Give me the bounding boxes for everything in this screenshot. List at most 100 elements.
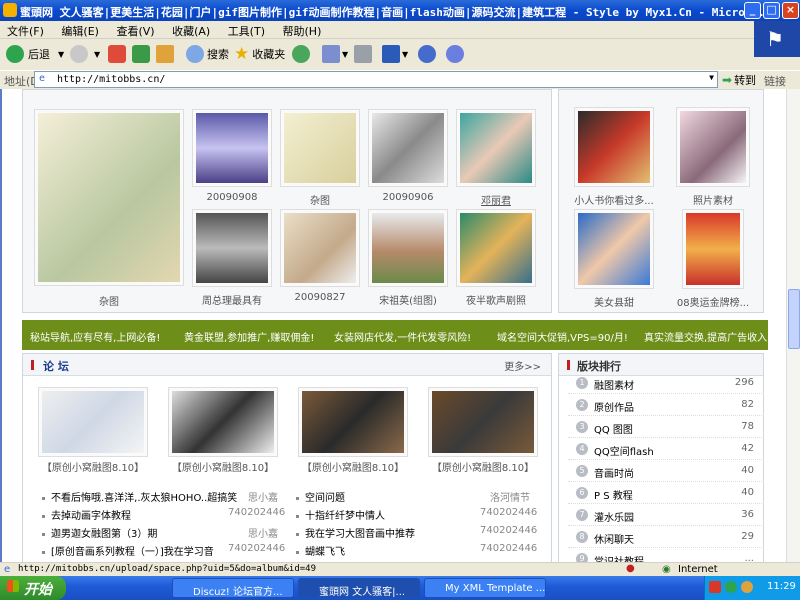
album-thumb[interactable] bbox=[456, 109, 536, 187]
rank-row[interactable]: 3 QQ 图图 78 bbox=[568, 416, 764, 438]
home-button[interactable] bbox=[156, 43, 174, 65]
mail-button[interactable]: ▼ bbox=[322, 43, 348, 65]
post-row[interactable]: 空间问题 bbox=[296, 489, 345, 504]
album-thumb[interactable] bbox=[280, 109, 360, 187]
forward-button[interactable]: ▼ bbox=[70, 43, 100, 65]
post-author[interactable]: 740202446 bbox=[228, 507, 285, 518]
album-thumb[interactable] bbox=[192, 109, 272, 187]
post-author[interactable]: 思小嘉 bbox=[248, 489, 278, 504]
window-titlebar[interactable]: 蜜頭网 文人骚客|更美生活|花园|门户|gif图片制作|gif动画制作教程|音画… bbox=[0, 0, 800, 21]
tray-volume-icon[interactable] bbox=[741, 581, 753, 593]
rank-label[interactable]: 常识社教程 bbox=[594, 553, 644, 562]
post-title[interactable]: 我在学习大图音画中推荐 bbox=[305, 529, 415, 540]
post-title[interactable]: 十指纤纤梦中情人 bbox=[305, 511, 385, 522]
rank-label[interactable]: QQ空间flash bbox=[594, 443, 654, 458]
rank-label[interactable]: 原创作品 bbox=[594, 399, 634, 414]
tray-app-icon[interactable] bbox=[709, 581, 721, 593]
rank-row[interactable]: 4 QQ空间flash 42 bbox=[568, 438, 764, 460]
post-author[interactable]: 740202446 bbox=[480, 507, 537, 518]
rank-label[interactable]: 融图素材 bbox=[594, 377, 634, 392]
favorites-button[interactable]: ★ 收藏夹 bbox=[234, 43, 285, 65]
post-author[interactable]: 740202446 bbox=[480, 543, 537, 554]
chevron-down-icon[interactable]: ▼ bbox=[402, 50, 408, 59]
scrollbar-thumb[interactable] bbox=[788, 289, 800, 349]
taskbar-item[interactable]: My XML Template ... bbox=[424, 578, 546, 598]
tray-network-icon[interactable] bbox=[725, 581, 737, 593]
chevron-down-icon[interactable]: ▼ bbox=[94, 50, 100, 59]
album-caption[interactable]: 宋祖英(组图) bbox=[368, 292, 448, 307]
post-author[interactable]: 洛河情节 bbox=[490, 489, 530, 504]
album-caption[interactable]: 杂图 bbox=[34, 293, 184, 308]
forum-thumb-caption[interactable]: 【原创小窝融图8.10】 bbox=[422, 459, 544, 474]
album-thumb[interactable] bbox=[574, 209, 654, 289]
post-row[interactable]: 去掉动画字体教程 bbox=[42, 507, 131, 522]
menu-view[interactable]: 查看(V) bbox=[109, 21, 161, 41]
post-row[interactable]: 不看后悔哦.喜洋洋,.灰太狼HOHO..超搞笑 bbox=[42, 489, 278, 504]
rank-row[interactable]: 6 P S 教程 40 bbox=[568, 482, 764, 504]
album-thumb[interactable] bbox=[682, 209, 744, 289]
taskbar-item[interactable]: Discuz! 论坛官方... bbox=[172, 578, 294, 598]
rank-label[interactable]: QQ 图图 bbox=[594, 421, 633, 436]
banner-link[interactable]: 秘站导航,应有尽有,上网必备! bbox=[30, 329, 160, 344]
forum-thumb-caption[interactable]: 【原创小窝融图8.10】 bbox=[292, 459, 414, 474]
rank-row[interactable]: 9 常识社教程... bbox=[568, 548, 764, 562]
album-thumb[interactable] bbox=[34, 109, 184, 286]
messenger-button[interactable] bbox=[418, 43, 436, 65]
edit-button[interactable]: ▼ bbox=[382, 43, 408, 65]
banner-link[interactable]: 真实流量交换,提高广告收入 bbox=[644, 329, 767, 344]
vertical-scrollbar[interactable] bbox=[786, 89, 800, 562]
print-button[interactable] bbox=[354, 43, 372, 65]
post-title[interactable]: [原创音画系列教程（一）]我在学习音 bbox=[51, 547, 214, 558]
album-caption[interactable]: 小人书你看过多... bbox=[564, 192, 664, 207]
album-caption[interactable]: 美女县甜 bbox=[564, 294, 664, 309]
rank-label[interactable]: 音画时尚 bbox=[594, 465, 634, 480]
banner-link[interactable]: 黄金联盟,参加推广,赚取佣金! bbox=[184, 329, 314, 344]
go-button[interactable]: ➡ 转到 bbox=[722, 72, 756, 88]
album-thumb[interactable] bbox=[368, 109, 448, 187]
minimize-button[interactable]: _ bbox=[744, 2, 761, 19]
forum-thumb-caption[interactable]: 【原创小窝融图8.10】 bbox=[32, 459, 154, 474]
forum-thumb-caption[interactable]: 【原创小窝融图8.10】 bbox=[162, 459, 284, 474]
history-button[interactable] bbox=[292, 43, 310, 65]
clock[interactable]: 11:29 bbox=[767, 581, 796, 592]
album-thumb[interactable] bbox=[676, 107, 750, 187]
rank-row[interactable]: 2 原创作品 82 bbox=[568, 394, 764, 416]
menu-favorites[interactable]: 收藏(A) bbox=[165, 21, 217, 41]
album-caption[interactable]: 周总理最具有 bbox=[192, 292, 272, 307]
post-title[interactable]: 迦男迦女融图第（3）期 bbox=[51, 529, 157, 540]
rank-label[interactable]: P S 教程 bbox=[594, 487, 633, 502]
more-link[interactable]: 更多>> bbox=[504, 358, 541, 373]
rank-row[interactable]: 8 休闲聊天 29 bbox=[568, 526, 764, 548]
taskbar-item-active[interactable]: 蜜頭网 文人骚客|... bbox=[298, 578, 420, 598]
album-caption[interactable]: 照片素材 bbox=[666, 192, 760, 207]
popup-blocker-icon[interactable]: ● bbox=[626, 563, 635, 574]
back-button[interactable]: 后退 ▼ bbox=[6, 43, 64, 65]
album-caption[interactable]: 20090827 bbox=[280, 292, 360, 303]
post-row[interactable]: 十指纤纤梦中情人 bbox=[296, 507, 385, 522]
forum-thumb[interactable] bbox=[298, 387, 408, 457]
post-row[interactable]: 蝴蝶飞飞 bbox=[296, 543, 345, 558]
address-input[interactable]: e http://mitobbs.cn/ ▼ bbox=[34, 71, 718, 88]
album-caption[interactable]: 20090908 bbox=[192, 192, 272, 203]
menu-file[interactable]: 文件(F) bbox=[0, 21, 51, 41]
banner-link[interactable]: 域名空间大促销,VPS=90/月! bbox=[497, 329, 628, 344]
post-row[interactable]: [原创音画系列教程（一）]我在学习音 bbox=[42, 543, 214, 558]
menu-edit[interactable]: 编辑(E) bbox=[54, 21, 106, 41]
chevron-down-icon[interactable]: ▼ bbox=[58, 50, 64, 59]
post-title[interactable]: 空间问题 bbox=[305, 493, 345, 504]
forum-thumb[interactable] bbox=[168, 387, 278, 457]
album-thumb[interactable] bbox=[456, 209, 536, 287]
album-caption[interactable]: 夜半歌声剧照 bbox=[456, 292, 536, 307]
album-caption[interactable]: 20090906 bbox=[368, 192, 448, 203]
menu-tools[interactable]: 工具(T) bbox=[221, 21, 272, 41]
post-author[interactable]: 740202446 bbox=[480, 525, 537, 536]
rank-row[interactable]: 1 融图素材 296 bbox=[568, 372, 764, 394]
links-button[interactable]: 链接 bbox=[764, 73, 786, 89]
post-title[interactable]: 蝴蝶飞飞 bbox=[305, 547, 345, 558]
chevron-down-icon[interactable]: ▼ bbox=[709, 73, 714, 82]
post-row[interactable]: 迦男迦女融图第（3）期 bbox=[42, 525, 157, 540]
post-row[interactable]: 我在学习大图音画中推荐 bbox=[296, 525, 415, 540]
stop-button[interactable] bbox=[108, 43, 126, 65]
forum-thumb[interactable] bbox=[428, 387, 538, 457]
rank-row[interactable]: 5 音画时尚 40 bbox=[568, 460, 764, 482]
